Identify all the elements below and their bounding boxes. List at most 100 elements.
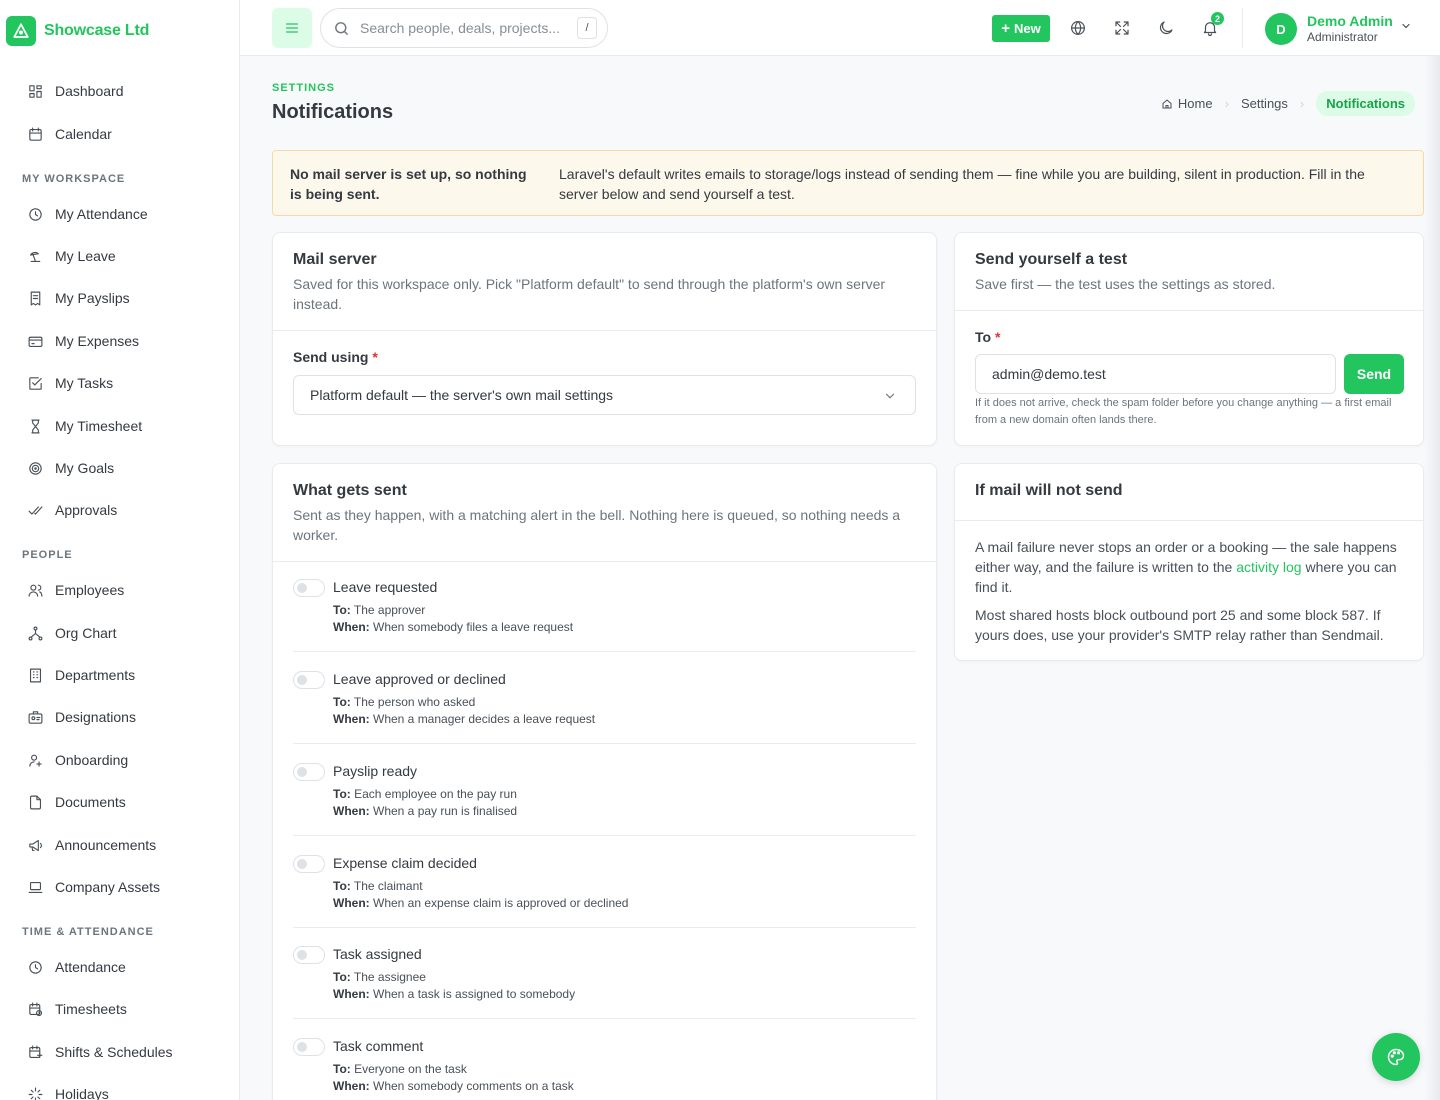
toggle-knob	[297, 583, 307, 593]
trigger-prefix: When:	[333, 1079, 370, 1093]
sidebar-item-label: Documents	[55, 794, 126, 810]
home-icon	[1162, 98, 1172, 108]
sidebar-item-shifts-schedules[interactable]: Shifts & Schedules	[26, 1040, 173, 1064]
notification-title: Leave requested	[333, 579, 438, 595]
divider	[955, 520, 1423, 521]
recipient-prefix: To:	[333, 970, 351, 984]
sidebar-item-my-goals[interactable]: My Goals	[26, 456, 114, 480]
recipient-prefix: To:	[333, 695, 351, 709]
search-input[interactable]	[360, 20, 560, 36]
new-button[interactable]: + New	[992, 15, 1050, 42]
required-mark: *	[994, 329, 1001, 345]
card-title: Send yourself a test	[975, 251, 1128, 268]
breadcrumb-settings[interactable]: Settings	[1241, 96, 1288, 111]
page-eyebrow: SETTINGS	[272, 82, 336, 94]
theme-customizer-button[interactable]	[1372, 1033, 1420, 1081]
sidebar-item-approvals[interactable]: Approvals	[26, 498, 117, 522]
notification-toggle[interactable]	[293, 1038, 325, 1056]
page-title: Notifications	[272, 101, 394, 123]
sidebar-item-departments[interactable]: Departments	[26, 663, 135, 687]
sidebar-item-org-chart[interactable]: Org Chart	[26, 621, 116, 645]
clock-icon	[26, 958, 44, 976]
card-subtitle: Sent as they happen, with a matching ale…	[293, 507, 901, 543]
sidebar-item-label: Approvals	[55, 502, 118, 518]
breadcrumb-home[interactable]: Home	[1178, 96, 1213, 111]
recipient-value: The claimant	[353, 879, 423, 893]
notification-toggle[interactable]	[293, 671, 325, 689]
sidebar-item-documents[interactable]: Documents	[26, 790, 126, 814]
notification-recipient: To: Everyone on the task	[333, 1062, 467, 1076]
notification-title: Expense claim decided	[333, 855, 477, 871]
card-icon	[26, 332, 44, 350]
sidebar-item-company-assets[interactable]: Company Assets	[26, 875, 160, 899]
breadcrumb: Home › Settings › Notifications	[1161, 91, 1415, 116]
divider	[293, 927, 916, 928]
avatar[interactable]: D	[1265, 13, 1297, 45]
search-shortcut-hint: /	[577, 17, 597, 39]
trigger-value: When a pay run is finalised	[373, 804, 518, 818]
notifications-button[interactable]: 2	[1194, 12, 1226, 44]
sparkle-icon	[26, 1085, 44, 1100]
sidebar: Showcase Ltd Dashboard Calendar MY WORKS…	[0, 0, 240, 1100]
trigger-prefix: When:	[333, 620, 370, 634]
sidebar-item-designations[interactable]: Designations	[26, 705, 136, 729]
sidebar-item-announcements[interactable]: Announcements	[26, 833, 156, 857]
activity-log-link[interactable]: activity log	[1236, 559, 1301, 575]
notification-toggle[interactable]	[293, 855, 325, 873]
menu-toggle-button[interactable]	[272, 8, 312, 48]
double-check-icon	[26, 501, 44, 519]
mail-server-card: Mail server Saved for this workspace onl…	[272, 232, 937, 446]
test-email-input[interactable]	[975, 354, 1336, 394]
alert-title: No mail server is set up, so nothing is …	[290, 166, 527, 202]
required-mark: *	[372, 349, 378, 365]
sidebar-item-dashboard[interactable]: Dashboard	[26, 79, 124, 103]
notification-toggle[interactable]	[293, 579, 325, 597]
toggle-knob	[297, 675, 307, 685]
sidebar-item-my-payslips[interactable]: My Payslips	[26, 286, 130, 310]
send-using-select[interactable]: Platform default — the server's own mail…	[293, 375, 916, 415]
sidebar-item-onboarding[interactable]: Onboarding	[26, 748, 128, 772]
troubleshoot-card: If mail will not send A mail failure nev…	[954, 463, 1424, 661]
notification-trigger: When: When a manager decides a leave req…	[333, 712, 595, 726]
fullscreen-button[interactable]	[1106, 12, 1138, 44]
sidebar-item-attendance[interactable]: Attendance	[26, 955, 126, 979]
sidebar-item-holidays[interactable]: Holidays	[26, 1082, 109, 1100]
card-subtitle: Saved for this workspace only. Pick "Pla…	[293, 276, 886, 312]
dashboard-icon	[26, 82, 44, 100]
sidebar-item-timesheets[interactable]: Timesheets	[26, 997, 127, 1021]
brand[interactable]: Showcase Ltd	[0, 0, 239, 62]
building-icon	[26, 666, 44, 684]
notification-title: Leave approved or declined	[333, 671, 506, 687]
target-icon	[26, 459, 44, 477]
sidebar-item-my-expenses[interactable]: My Expenses	[26, 329, 139, 353]
notification-toggle[interactable]	[293, 946, 325, 964]
card-title: Mail server	[293, 251, 377, 268]
send-using-label-text: Send using	[293, 349, 369, 365]
to-label-text: To	[975, 329, 992, 345]
sidebar-item-employees[interactable]: Employees	[26, 578, 124, 602]
divider	[955, 310, 1423, 311]
send-test-button[interactable]: Send	[1344, 354, 1404, 394]
sidebar-section-title: TIME & ATTENDANCE	[22, 926, 154, 938]
notification-title: Task assigned	[333, 946, 422, 962]
notification-toggle[interactable]	[293, 763, 325, 781]
language-button[interactable]	[1062, 12, 1094, 44]
chevron-down-icon[interactable]	[1400, 20, 1412, 32]
hamburger-icon	[286, 23, 298, 33]
send-using-label: Send using *	[293, 349, 378, 365]
theme-toggle-button[interactable]	[1150, 12, 1182, 44]
sidebar-item-my-timesheet[interactable]: My Timesheet	[26, 414, 142, 438]
sidebar-item-my-leave[interactable]: My Leave	[26, 244, 116, 268]
sidebar-item-my-tasks[interactable]: My Tasks	[26, 371, 113, 395]
hourglass-icon	[26, 417, 44, 435]
divider	[293, 1018, 916, 1019]
search-icon	[335, 21, 348, 35]
user-name[interactable]: Demo Admin	[1307, 13, 1393, 29]
fullscreen-icon	[1115, 21, 1129, 35]
recipient-prefix: To:	[333, 787, 351, 801]
users-icon	[26, 581, 44, 599]
search-box[interactable]: /	[320, 8, 608, 48]
sidebar-item-calendar[interactable]: Calendar	[26, 122, 112, 146]
sidebar-item-my-attendance[interactable]: My Attendance	[26, 202, 148, 226]
chevron-right-icon: ›	[1299, 96, 1305, 111]
